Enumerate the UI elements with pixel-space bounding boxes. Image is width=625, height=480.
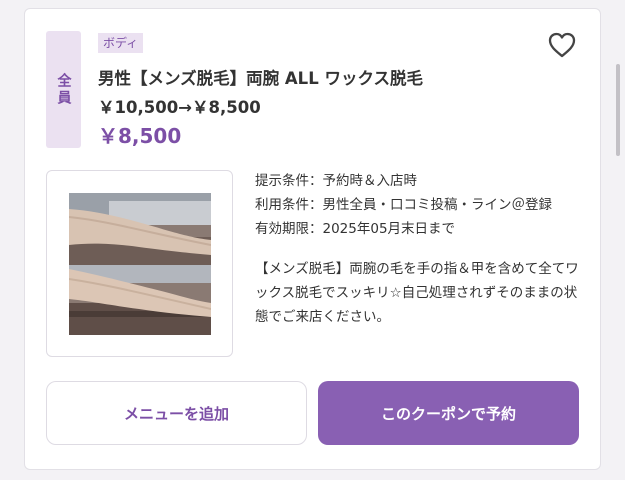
- detail-value: 男性全員・口コミ投稿・ライン＠登録: [322, 197, 553, 213]
- reserve-with-coupon-button[interactable]: このクーポンで予約: [318, 381, 579, 445]
- coupon-price: ￥8,500: [98, 124, 182, 148]
- favorite-button[interactable]: [545, 29, 579, 61]
- coupon-image-frame: [46, 170, 233, 357]
- scrollbar[interactable]: [616, 64, 620, 156]
- coupon-description: 【メンズ脱毛】両腕の毛を手の指＆甲を含めて全てワックス脱毛でスッキリ☆自己処理さ…: [255, 261, 579, 325]
- detail-row-conditions: 利用条件： 男性全員・口コミ投稿・ライン＠登録: [255, 193, 581, 217]
- coupon-details: 提示条件： 予約時＆入店時 利用条件： 男性全員・口コミ投稿・ライン＠登録 有効…: [255, 169, 581, 329]
- detail-value: 予約時＆入店時: [322, 173, 418, 189]
- coupon-photo: [68, 192, 211, 335]
- detail-value: 2025年05月末日まで: [322, 221, 456, 237]
- detail-label: 有効期限：: [255, 221, 323, 237]
- detail-label: 利用条件：: [255, 197, 323, 213]
- coupon-card: 全員 ボディ 男性【メンズ脱毛】両腕 ALL ワックス脱毛￥10,500→￥8,…: [24, 8, 601, 470]
- detail-label: 提示条件：: [255, 173, 323, 189]
- heart-outline-icon: [548, 32, 576, 58]
- target-badge-label: 全員: [55, 72, 72, 107]
- category-tag: ボディ: [98, 33, 144, 53]
- add-menu-button[interactable]: メニューを追加: [46, 381, 307, 445]
- detail-row-presentation: 提示条件： 予約時＆入店時: [255, 169, 581, 193]
- detail-row-expiry: 有効期限： 2025年05月末日まで: [255, 217, 581, 241]
- coupon-title: 男性【メンズ脱毛】両腕 ALL ワックス脱毛￥10,500→￥8,500: [98, 69, 423, 117]
- target-badge: 全員: [46, 31, 81, 148]
